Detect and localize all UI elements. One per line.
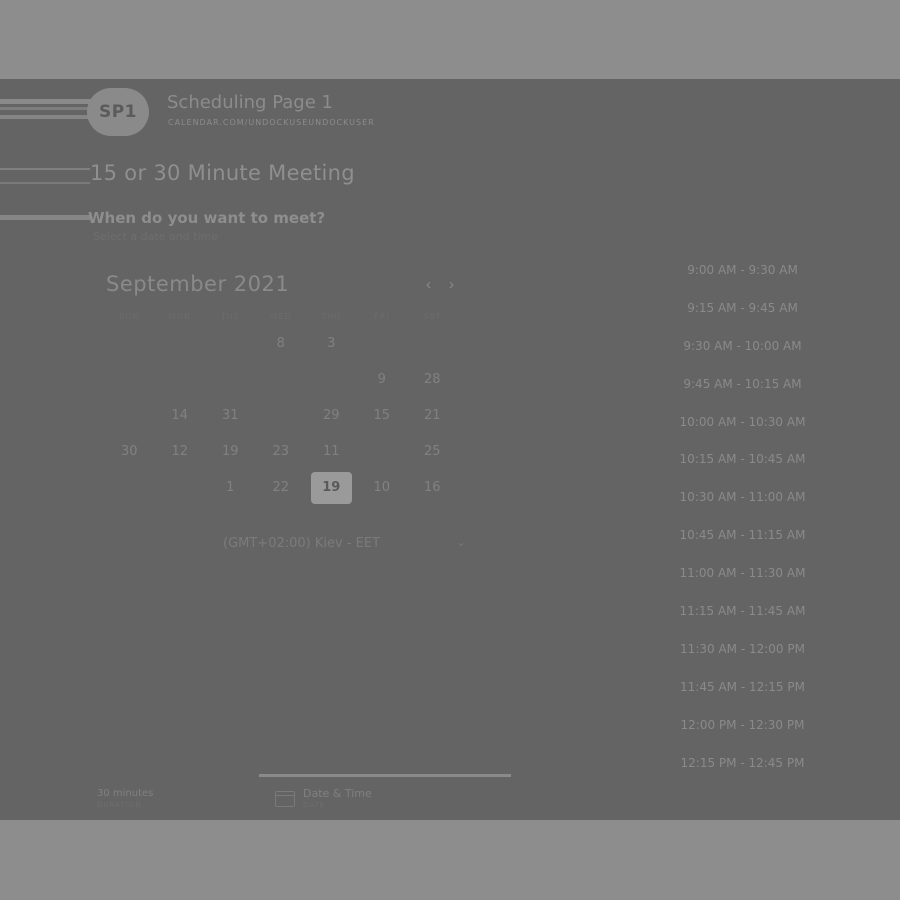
time-slot-list: 9:00 AM - 9:30 AM 9:15 AM - 9:45 AM 9:30 A… [660, 251, 825, 781]
calendar-day [256, 361, 307, 397]
active-step-indicator [259, 774, 511, 777]
chevron-left-icon[interactable]: ‹ [426, 276, 431, 293]
calendar-day[interactable]: 30 [104, 434, 155, 470]
calendar-day-selected[interactable]: 19 [306, 470, 357, 506]
calendar-day[interactable]: 1 [205, 470, 256, 506]
footer-duration: 30 minutes [97, 788, 154, 799]
calendar-week: 14 31 29 15 21 [104, 397, 458, 433]
calendar-day[interactable]: 3 [306, 325, 357, 361]
timezone-select[interactable]: (GMT+02:00) Kiev - EET [223, 536, 380, 551]
header-stripe [0, 107, 92, 110]
calendar-day[interactable]: 25 [407, 434, 458, 470]
time-slot[interactable]: 10:15 AM - 10:45 AM [660, 440, 825, 478]
calendar-day [104, 397, 155, 433]
calendar-day[interactable]: 14 [155, 397, 206, 433]
time-slot[interactable]: 11:00 AM - 11:30 AM [660, 554, 825, 592]
header-stripe [0, 99, 92, 104]
meeting-title-stripe [0, 182, 90, 184]
calendar-day[interactable]: 22 [256, 470, 307, 506]
calendar-day [205, 325, 256, 361]
calendar-day [155, 361, 206, 397]
weekday-label: TUE [220, 312, 240, 321]
weekday-label: SAT [423, 312, 442, 321]
calendar-day [357, 325, 408, 361]
scheduling-app: SP1 Scheduling Page 1 CALENDAR.COM/UNDOC… [0, 79, 900, 820]
question-heading: When do you want to meet? [88, 209, 326, 227]
calendar-grid: 8 3 9 28 14 31 29 15 21 30 12 19 23 11 25 1 22 19 10 16 [104, 325, 458, 506]
time-slot[interactable]: 11:15 AM - 11:45 AM [660, 592, 825, 630]
question-stripe [0, 215, 90, 220]
chevron-down-icon[interactable]: ⌄ [456, 535, 466, 549]
calendar-day [155, 470, 206, 506]
calendar-day[interactable]: 11 [306, 434, 357, 470]
time-slot[interactable]: 10:30 AM - 11:00 AM [660, 478, 825, 516]
calendar-day [104, 361, 155, 397]
month-label: September 2021 [106, 272, 290, 296]
weekday-label: FRI [373, 312, 390, 321]
calendar-day[interactable]: 29 [306, 397, 357, 433]
time-slot[interactable]: 10:00 AM - 10:30 AM [660, 403, 825, 441]
calendar-week: 30 12 19 23 11 25 [104, 434, 458, 470]
calendar-icon [275, 791, 295, 807]
time-slot[interactable]: 11:45 AM - 12:15 PM [660, 668, 825, 706]
calendar-day[interactable]: 10 [357, 470, 408, 506]
weekday-header: SUN MON TUE WED THU FRI SAT [104, 312, 458, 321]
calendar-day[interactable]: 28 [407, 361, 458, 397]
calendar-day[interactable]: 8 [256, 325, 307, 361]
calendar-day [306, 361, 357, 397]
time-slot[interactable]: 9:00 AM - 9:30 AM [660, 251, 825, 289]
time-slot[interactable]: 9:45 AM - 10:15 AM [660, 365, 825, 403]
calendar-day[interactable]: 31 [205, 397, 256, 433]
page-url[interactable]: CALENDAR.COM/UNDOCKUSEUNDOCKUSER [168, 118, 375, 127]
time-slot[interactable]: 9:15 AM - 9:45 AM [660, 289, 825, 327]
chevron-right-icon[interactable]: › [449, 276, 454, 293]
weekday-label: MON [168, 312, 191, 321]
calendar-day [104, 325, 155, 361]
header-stripe [0, 115, 92, 119]
meeting-title: 15 or 30 Minute Meeting [90, 161, 355, 185]
calendar-week: 9 28 [104, 361, 458, 397]
footer-step-sub: DATE [303, 801, 326, 809]
calendar-day [104, 470, 155, 506]
time-slot[interactable]: 11:30 AM - 12:00 PM [660, 630, 825, 668]
calendar-day [256, 397, 307, 433]
calendar-day[interactable]: 19 [205, 434, 256, 470]
avatar: SP1 [87, 88, 149, 136]
question-subtitle: Select a date and time [93, 230, 219, 243]
page-title: Scheduling Page 1 [167, 92, 333, 113]
calendar-day[interactable]: 21 [407, 397, 458, 433]
weekday-label: SUN [119, 312, 140, 321]
weekday-label: THU [321, 312, 342, 321]
time-slot[interactable]: 9:30 AM - 10:00 AM [660, 327, 825, 365]
calendar-day[interactable]: 15 [357, 397, 408, 433]
time-slot[interactable]: 10:45 AM - 11:15 AM [660, 516, 825, 554]
calendar-week: 83 [104, 325, 458, 361]
calendar-day [155, 325, 206, 361]
calendar-day[interactable]: 12 [155, 434, 206, 470]
calendar-day[interactable]: 16 [407, 470, 458, 506]
meeting-title-stripe [0, 168, 90, 170]
footer-duration-label: DURATION [97, 801, 142, 809]
calendar-day[interactable]: 23 [256, 434, 307, 470]
calendar-day[interactable]: 9 [357, 361, 408, 397]
footer-step-label[interactable]: Date & Time [303, 787, 372, 800]
calendar-day [205, 361, 256, 397]
calendar-week: 1 22 19 10 16 [104, 470, 458, 506]
weekday-label: WED [269, 312, 292, 321]
time-slot[interactable]: 12:00 PM - 12:30 PM [660, 706, 825, 744]
calendar-day [407, 325, 458, 361]
calendar-day [357, 434, 408, 470]
time-slot[interactable]: 12:15 PM - 12:45 PM [660, 744, 825, 782]
